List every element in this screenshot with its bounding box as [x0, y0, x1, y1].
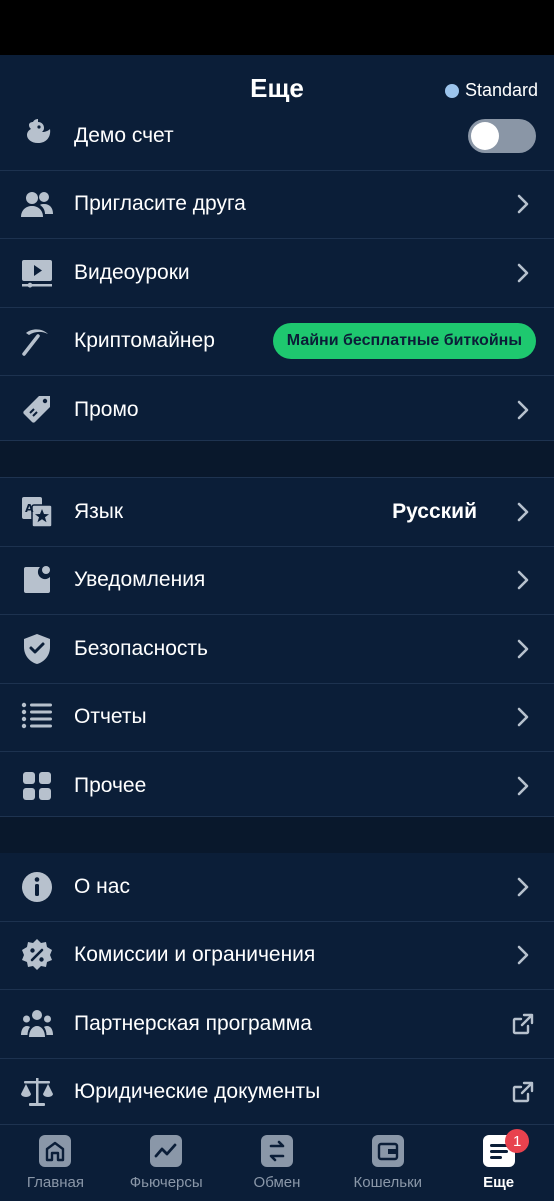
menu-item-label: Отчеты	[74, 705, 147, 729]
section-divider	[0, 816, 554, 854]
tab-futures[interactable]: Фьючерсы	[111, 1125, 222, 1201]
menu-item-fees[interactable]: Комиссии и ограничения	[0, 922, 554, 990]
chevron-right-icon	[517, 400, 529, 420]
shield-icon	[20, 632, 54, 666]
chevron-right-icon	[517, 502, 529, 522]
chevron-right-icon	[517, 945, 529, 965]
current-language-value: Русский	[392, 499, 477, 523]
menu-item-invite[interactable]: Пригласите друга	[0, 171, 554, 239]
menu-item-other[interactable]: Прочее	[0, 752, 554, 820]
toggle-knob	[471, 121, 499, 150]
notification-icon	[20, 563, 54, 597]
chevron-right-icon	[517, 707, 529, 727]
menu-item-label: Пригласите друга	[74, 192, 246, 216]
menu-item-security[interactable]: Безопасность	[0, 615, 554, 684]
external-link-icon	[512, 1082, 534, 1103]
menu-item-label: Прочее	[74, 773, 147, 797]
tag-icon	[20, 393, 54, 427]
tab-label: Обмен	[253, 1174, 301, 1191]
menu-item-about[interactable]: О нас	[0, 853, 554, 922]
swap-icon	[260, 1134, 294, 1168]
bottom-tab-bar: Главная Фьючерсы Обмен Кошельки Еще 1	[0, 1124, 554, 1201]
tab-label: Кошельки	[353, 1174, 423, 1191]
menu-item-label: Партнерская программа	[74, 1011, 312, 1035]
status-bar	[0, 0, 554, 55]
menu-item-label: Уведомления	[74, 568, 206, 592]
menu-item-label: Комиссии и ограничения	[74, 943, 316, 967]
tab-more[interactable]: Еще 1	[443, 1125, 554, 1201]
demo-account-toggle[interactable]	[468, 118, 536, 153]
menu-item-label: Язык	[74, 499, 124, 523]
menu-item-label: Криптомайнер	[74, 329, 215, 353]
menu-section-settings: A Язык Русский Уведомления Безопасность …	[0, 478, 554, 820]
list-icon	[20, 700, 54, 734]
account-status-dot	[444, 83, 459, 98]
menu-item-video[interactable]: Видеоуроки	[0, 239, 554, 308]
notification-count-badge: 1	[505, 1129, 530, 1153]
svg-text:A: A	[25, 502, 34, 515]
users-icon	[20, 187, 54, 221]
chart-line-icon	[149, 1134, 183, 1168]
account-type-label: Standard	[464, 80, 538, 100]
group-icon	[20, 1007, 54, 1041]
pickaxe-icon	[20, 324, 54, 358]
menu-item-label: Безопасность	[74, 636, 208, 660]
menu-item-promo[interactable]: Промо	[0, 376, 554, 444]
tab-label: Еще	[483, 1174, 515, 1191]
menu-item-label: Видеоуроки	[74, 260, 190, 284]
menu-item-notifications[interactable]: Уведомления	[0, 547, 554, 615]
tab-wallets[interactable]: Кошельки	[332, 1125, 443, 1201]
video-icon	[20, 256, 54, 290]
menu-item-label: Демо счет	[74, 123, 174, 147]
account-type-badge[interactable]: Standard	[444, 80, 538, 101]
menu-item-reports[interactable]: Отчеты	[0, 684, 554, 752]
mine-bitcoin-promo-pill[interactable]: Майни бесплатные биткойны	[272, 323, 536, 360]
chevron-right-icon	[517, 776, 529, 796]
chevron-right-icon	[517, 194, 529, 214]
menu-section-main: Демо счет Пригласите друга Видеоуроки Кр…	[0, 102, 554, 444]
chevron-right-icon	[517, 263, 529, 283]
tab-label: Фьючерсы	[129, 1174, 203, 1191]
chevron-right-icon	[517, 877, 529, 897]
chevron-right-icon	[517, 639, 529, 659]
external-link-icon	[512, 1013, 534, 1034]
tab-label: Главная	[26, 1174, 84, 1191]
scales-icon	[20, 1075, 54, 1109]
grid-icon	[20, 769, 54, 803]
menu-item-legal[interactable]: Юридические документы	[0, 1059, 554, 1127]
menu-item-label: Промо	[74, 397, 139, 421]
tab-exchange[interactable]: Обмен	[222, 1125, 333, 1201]
menu-item-label: О нас	[74, 874, 130, 898]
menu-section-info: О нас Комиссии и ограничения Партнерская…	[0, 853, 554, 1126]
home-icon	[38, 1134, 72, 1168]
menu-item-demo[interactable]: Демо счет	[0, 102, 554, 171]
info-icon	[20, 870, 54, 904]
menu-item-label: Юридические документы	[74, 1080, 321, 1104]
translate-icon: A	[20, 495, 54, 529]
tab-home[interactable]: Главная	[0, 1125, 111, 1201]
menu-item-cryptominer[interactable]: Криптомайнер Майни бесплатные биткойны	[0, 308, 554, 376]
menu-item-partner[interactable]: Партнерская программа	[0, 990, 554, 1059]
section-divider	[0, 440, 554, 478]
percent-badge-icon	[20, 938, 54, 972]
menu-item-language[interactable]: A Язык Русский	[0, 478, 554, 547]
wallet-icon	[371, 1134, 405, 1168]
chevron-right-icon	[517, 570, 529, 590]
duck-icon	[20, 118, 54, 153]
